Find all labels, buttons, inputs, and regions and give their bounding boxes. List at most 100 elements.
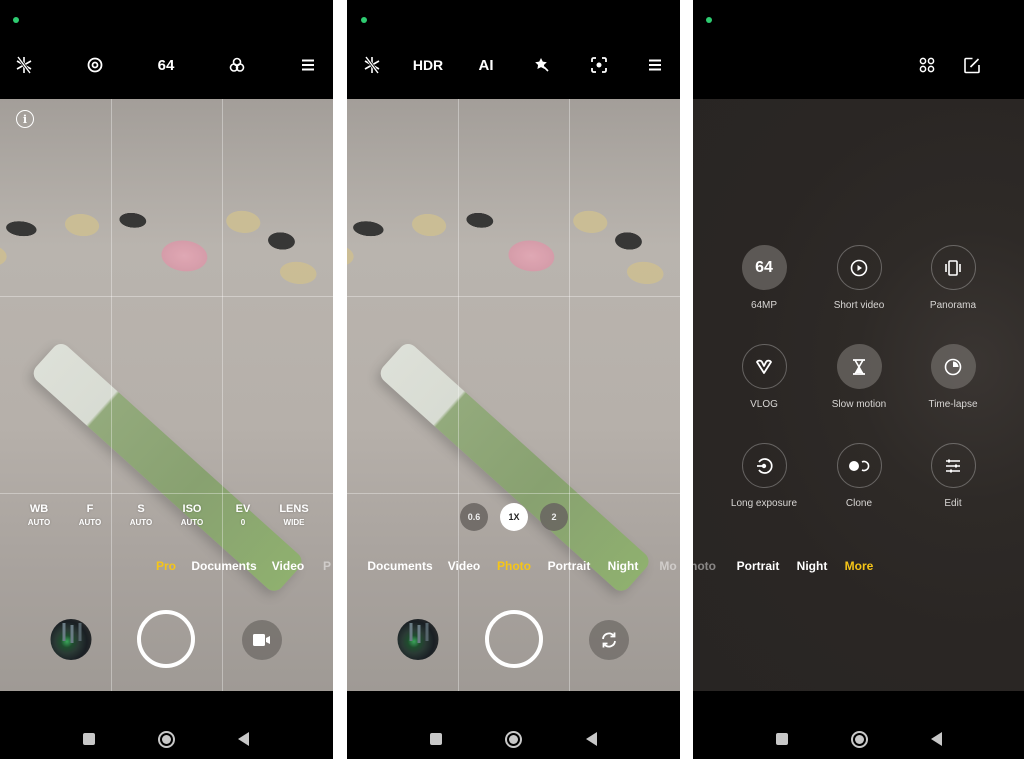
pro-parameters: WB AUTO F AUTO S AUTO ISO AUTO EV 0 LENS WIDE	[0, 503, 333, 533]
param-iso[interactable]: ISO AUTO	[181, 503, 204, 527]
system-navbar	[0, 725, 333, 753]
system-navbar	[347, 725, 680, 753]
grid-icon[interactable]	[919, 48, 935, 82]
info-icon[interactable]: i	[16, 110, 34, 128]
flash-off-icon[interactable]	[16, 48, 32, 82]
zoom-1x-button[interactable]: 1X	[500, 503, 528, 531]
edit-icon[interactable]	[964, 48, 981, 82]
mode-time-lapse[interactable]: Time-lapse	[903, 344, 1003, 410]
ai-button[interactable]: AI	[479, 48, 494, 82]
mode-clone[interactable]: Clone	[809, 443, 909, 509]
recents-button[interactable]	[426, 725, 446, 753]
param-s[interactable]: S AUTO	[130, 503, 153, 527]
menu-icon[interactable]	[648, 48, 662, 82]
menu-icon[interactable]	[301, 48, 315, 82]
mode-video[interactable]: Video	[272, 559, 304, 573]
mode-edit[interactable]: Edit	[903, 443, 1003, 509]
mode-night[interactable]: Night	[797, 559, 828, 573]
mode-vlog[interactable]: VLOG	[714, 344, 814, 410]
camera-viewfinder[interactable]	[347, 99, 680, 691]
google-lens-icon[interactable]	[591, 48, 607, 82]
zoom-0.6x-button[interactable]: 0.6	[460, 503, 488, 531]
mode-video[interactable]: Video	[448, 559, 480, 573]
clone-icon	[849, 460, 870, 471]
home-icon	[157, 730, 175, 748]
video-record-button[interactable]	[242, 620, 282, 660]
square-icon	[776, 733, 788, 745]
grid-line	[222, 99, 223, 691]
pro-mode-screen: 64 i WB AUTO F AUTO S AUTO ISO AUTO EV 0 LENS…	[0, 0, 333, 759]
play-circle-icon	[850, 259, 868, 276]
focus-peaking-icon[interactable]	[87, 48, 103, 82]
long-exposure-icon	[757, 457, 773, 474]
back-triangle-icon	[237, 732, 249, 746]
status-indicator	[706, 17, 712, 23]
grid-line	[569, 99, 570, 691]
mode-short-video[interactable]: Short video	[809, 245, 909, 311]
resolution-64mp-button[interactable]: 64	[158, 48, 175, 82]
flash-off-icon[interactable]	[364, 48, 380, 82]
64mp-icon: 64	[755, 258, 773, 276]
sliders-icon	[946, 459, 960, 472]
mode-selector: Pro Documents Video P	[0, 559, 333, 577]
gallery-thumbnail[interactable]	[50, 619, 92, 660]
mode-more-partial[interactable]: Mo	[659, 559, 676, 573]
shutter-button[interactable]	[485, 610, 543, 668]
mode-documents[interactable]: Documents	[191, 559, 256, 573]
home-icon	[504, 730, 522, 748]
grid-line	[458, 99, 459, 691]
mode-portrait[interactable]: Portrait	[737, 559, 780, 573]
mode-64mp[interactable]: 64 64MP	[714, 245, 814, 311]
gallery-thumbnail[interactable]	[397, 619, 439, 660]
param-wb[interactable]: WB AUTO	[28, 503, 51, 527]
embroidered-cloth	[347, 174, 680, 324]
mode-more[interactable]: More	[845, 559, 874, 573]
top-toolbar: HDR AI	[347, 48, 680, 82]
grid-line	[0, 493, 333, 494]
param-lens[interactable]: LENS WIDE	[279, 503, 308, 527]
param-ev[interactable]: EV 0	[236, 503, 251, 527]
zoom-2x-button[interactable]: 2	[540, 503, 568, 531]
back-triangle-icon	[585, 732, 597, 746]
param-f[interactable]: F AUTO	[79, 503, 102, 527]
switch-camera-button[interactable]	[589, 620, 629, 660]
home-icon	[850, 730, 868, 748]
filters-icon[interactable]	[229, 48, 245, 82]
switch-camera-icon	[602, 632, 616, 648]
camera-viewfinder[interactable]	[0, 99, 333, 691]
magic-wand-icon[interactable]	[534, 48, 550, 82]
mode-panorama[interactable]: Panorama	[903, 245, 1003, 311]
status-indicator	[13, 17, 19, 23]
back-button[interactable]	[581, 725, 601, 753]
shutter-button[interactable]	[137, 610, 195, 668]
vlog-icon	[756, 359, 772, 374]
back-triangle-icon	[930, 732, 942, 746]
mode-photo[interactable]: Photo	[497, 559, 531, 573]
pen-subject	[29, 339, 306, 595]
mode-documents[interactable]: Documents	[367, 559, 432, 573]
square-icon	[83, 733, 95, 745]
mode-pro[interactable]: Pro	[156, 559, 176, 573]
video-camera-icon	[253, 634, 270, 646]
status-indicator	[361, 17, 367, 23]
home-button[interactable]	[849, 725, 869, 753]
mode-slow-motion[interactable]: Slow motion	[809, 344, 909, 410]
mode-portrait[interactable]: Portrait	[548, 559, 591, 573]
grid-line	[0, 296, 333, 297]
grid-line	[347, 493, 680, 494]
top-toolbar	[693, 48, 1024, 82]
home-button[interactable]	[503, 725, 523, 753]
back-button[interactable]	[233, 725, 253, 753]
mode-long-exposure[interactable]: Long exposure	[714, 443, 814, 509]
system-navbar	[693, 725, 1024, 753]
hdr-button[interactable]: HDR	[413, 48, 443, 82]
back-button[interactable]	[926, 725, 946, 753]
mode-night[interactable]: Night	[608, 559, 639, 573]
zoom-selector: 0.6 1X 2	[347, 503, 680, 531]
recents-button[interactable]	[79, 725, 99, 753]
timer-icon	[944, 358, 962, 375]
recents-button[interactable]	[772, 725, 792, 753]
mode-photo-partial[interactable]: hoto	[693, 559, 716, 573]
mode-partial[interactable]: P	[323, 559, 331, 573]
home-button[interactable]	[156, 725, 176, 753]
